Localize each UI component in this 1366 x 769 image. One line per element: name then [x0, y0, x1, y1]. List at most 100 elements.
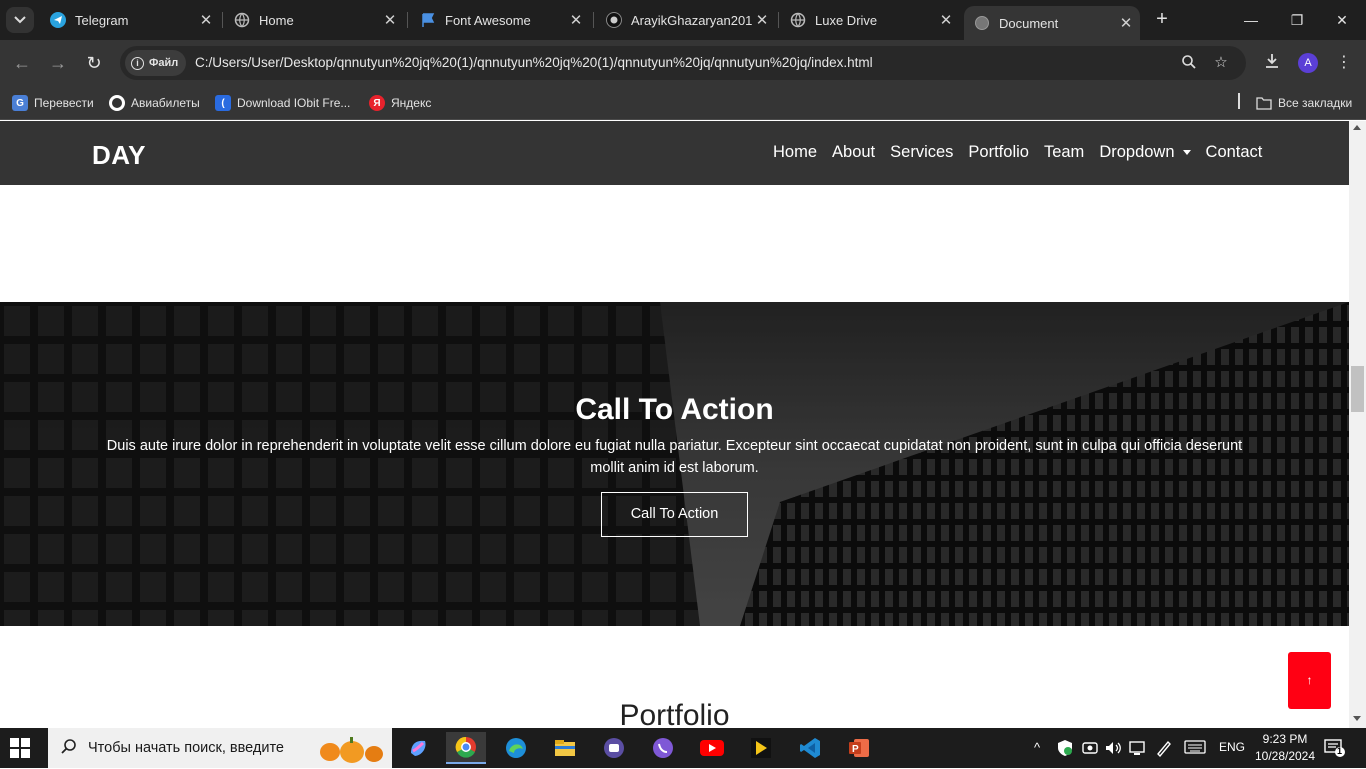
- globe-icon: [790, 12, 806, 28]
- cta-text: Duis aute irure dolor in reprehenderit i…: [106, 438, 1243, 476]
- tab-telegram[interactable]: Telegram ✕: [40, 6, 220, 34]
- nav-dropdown[interactable]: Dropdown: [1099, 143, 1191, 162]
- tab-divider: [593, 12, 594, 28]
- tab-font-awesome[interactable]: Font Awesome ✕: [410, 6, 590, 34]
- nav-about[interactable]: About: [832, 143, 875, 162]
- app-purple-icon[interactable]: [594, 732, 634, 764]
- close-icon[interactable]: ✕: [1116, 14, 1136, 32]
- scrollbar-thumb[interactable]: [1351, 366, 1364, 412]
- page-scrollbar[interactable]: [1349, 121, 1366, 728]
- bookmark-translate[interactable]: G Перевести: [12, 93, 94, 113]
- all-bookmarks[interactable]: Все закладки: [1256, 93, 1352, 113]
- copilot-icon[interactable]: [398, 732, 438, 764]
- profile-avatar[interactable]: A: [1298, 53, 1318, 73]
- back-to-top-button[interactable]: ↑: [1288, 652, 1331, 709]
- site-nav: Home About Services Portfolio Team Dropd…: [773, 143, 1277, 162]
- powerpoint-icon[interactable]: P: [839, 732, 879, 764]
- nav-team[interactable]: Team: [1044, 143, 1084, 162]
- globe-icon: [234, 12, 250, 28]
- close-icon[interactable]: ✕: [752, 11, 772, 29]
- github-icon: [606, 12, 622, 28]
- close-icon[interactable]: ✕: [196, 11, 216, 29]
- zoom-icon[interactable]: [1180, 54, 1198, 72]
- browser-tab-strip: Telegram ✕ Home ✕ Font Awesome ✕ ArayikG…: [0, 0, 1366, 40]
- address-bar[interactable]: i Файл C:/Users/User/Desktop/qnnutyun%20…: [120, 46, 1246, 80]
- tray-chevron-up-icon[interactable]: ^: [1034, 740, 1040, 755]
- file-label: Файл: [149, 57, 179, 69]
- tab-divider: [222, 12, 223, 28]
- windows-start-icon[interactable]: [10, 738, 30, 758]
- browser-toolbar: ← → ↻ i Файл C:/Users/User/Desktop/qnnut…: [0, 40, 1366, 86]
- bookmark-yandex[interactable]: Я Яндекс: [369, 93, 431, 113]
- tab-divider: [778, 12, 779, 28]
- pumpkins-icon: [316, 734, 388, 769]
- nav-portfolio[interactable]: Portfolio: [968, 143, 1029, 162]
- media-player-icon[interactable]: [741, 732, 781, 764]
- scroll-down-arrow-icon[interactable]: [1353, 716, 1361, 721]
- taskbar-clock[interactable]: 9:23 PM 10/28/2024: [1254, 731, 1316, 765]
- restore-icon[interactable]: ❐: [1283, 8, 1311, 32]
- tab-home[interactable]: Home ✕: [224, 6, 404, 34]
- site-logo[interactable]: DAY: [92, 140, 146, 171]
- edge-icon[interactable]: [496, 732, 536, 764]
- reload-icon[interactable]: ↻: [82, 51, 106, 75]
- notification-count: 1: [1337, 746, 1343, 756]
- vscode-icon[interactable]: [790, 732, 830, 764]
- tab-divider: [407, 12, 408, 28]
- url-text[interactable]: C:/Users/User/Desktop/qnnutyun%20jq%20(1…: [195, 55, 873, 70]
- download-icon[interactable]: [1261, 52, 1283, 77]
- bookmark-iobit[interactable]: ( Download IObit Fre...: [215, 93, 350, 113]
- volume-icon[interactable]: [1104, 739, 1122, 760]
- youtube-icon[interactable]: [692, 732, 732, 764]
- file-explorer-icon[interactable]: [545, 732, 585, 764]
- chrome-taskbar-icon[interactable]: [446, 732, 486, 764]
- iobit-icon: (: [215, 95, 231, 111]
- back-arrow-icon[interactable]: ←: [10, 51, 34, 75]
- close-icon[interactable]: ✕: [936, 11, 956, 29]
- keyboard-icon[interactable]: [1184, 739, 1206, 758]
- windows-taskbar: Чтобы начать поиск, введите P ^ ENG 9:23…: [0, 728, 1366, 768]
- tab-luxe-drive[interactable]: Luxe Drive ✕: [780, 6, 960, 34]
- bookmarks-bar: G Перевести Авиабилеты ( Download IObit …: [0, 86, 1366, 120]
- cta-title: Call To Action: [575, 393, 774, 426]
- close-icon[interactable]: ✕: [380, 11, 400, 29]
- network-icon[interactable]: [1128, 739, 1148, 760]
- clock-time: 9:23 PM: [1262, 732, 1308, 746]
- telegram-icon: [50, 12, 66, 28]
- tab-github[interactable]: ArayikGhazaryan2011 ✕: [596, 6, 776, 34]
- security-shield-icon[interactable]: [1056, 739, 1074, 760]
- webcam-icon[interactable]: [1081, 739, 1099, 760]
- scroll-up-arrow-icon[interactable]: [1353, 125, 1361, 130]
- all-bookmarks-label: Все закладки: [1278, 96, 1353, 110]
- chevron-down-icon: [14, 16, 26, 24]
- minimize-icon[interactable]: —: [1237, 8, 1265, 32]
- tab-search-button[interactable]: [6, 7, 34, 33]
- close-icon[interactable]: ✕: [566, 11, 586, 29]
- pen-icon[interactable]: [1155, 739, 1173, 760]
- nav-services[interactable]: Services: [890, 143, 953, 162]
- new-tab-button[interactable]: +: [1150, 8, 1174, 32]
- tab-document[interactable]: Document ✕: [964, 6, 1140, 40]
- bookmark-label: Download IObit Fre...: [237, 96, 351, 110]
- bookmark-star-icon[interactable]: ☆: [1212, 54, 1230, 72]
- bookmark-label: Перевести: [34, 96, 94, 110]
- cta-button[interactable]: Call To Action: [601, 492, 748, 537]
- nav-home[interactable]: Home: [773, 143, 817, 162]
- bookmark-aviabilety[interactable]: Авиабилеты: [109, 93, 200, 113]
- viber-icon[interactable]: [643, 732, 683, 764]
- taskbar-search-box[interactable]: Чтобы начать поиск, введите: [48, 728, 392, 768]
- site-info-chip[interactable]: i Файл: [125, 50, 187, 76]
- nav-contact[interactable]: Contact: [1206, 143, 1263, 162]
- window-close-icon[interactable]: ✕: [1328, 8, 1356, 32]
- tab-title: Telegram: [75, 12, 129, 28]
- tab-title: ArayikGhazaryan2011: [631, 12, 752, 28]
- language-indicator[interactable]: ENG: [1219, 740, 1245, 754]
- bookmarks-divider: [1238, 93, 1240, 109]
- more-menu-icon[interactable]: ⋮: [1333, 52, 1355, 74]
- forward-arrow-icon[interactable]: →: [46, 51, 70, 75]
- translate-icon: G: [12, 95, 28, 111]
- globe-icon: [974, 15, 990, 31]
- search-placeholder: Чтобы начать поиск, введите: [88, 740, 284, 756]
- notifications-icon[interactable]: 1: [1324, 738, 1346, 761]
- svg-text:P: P: [852, 744, 859, 755]
